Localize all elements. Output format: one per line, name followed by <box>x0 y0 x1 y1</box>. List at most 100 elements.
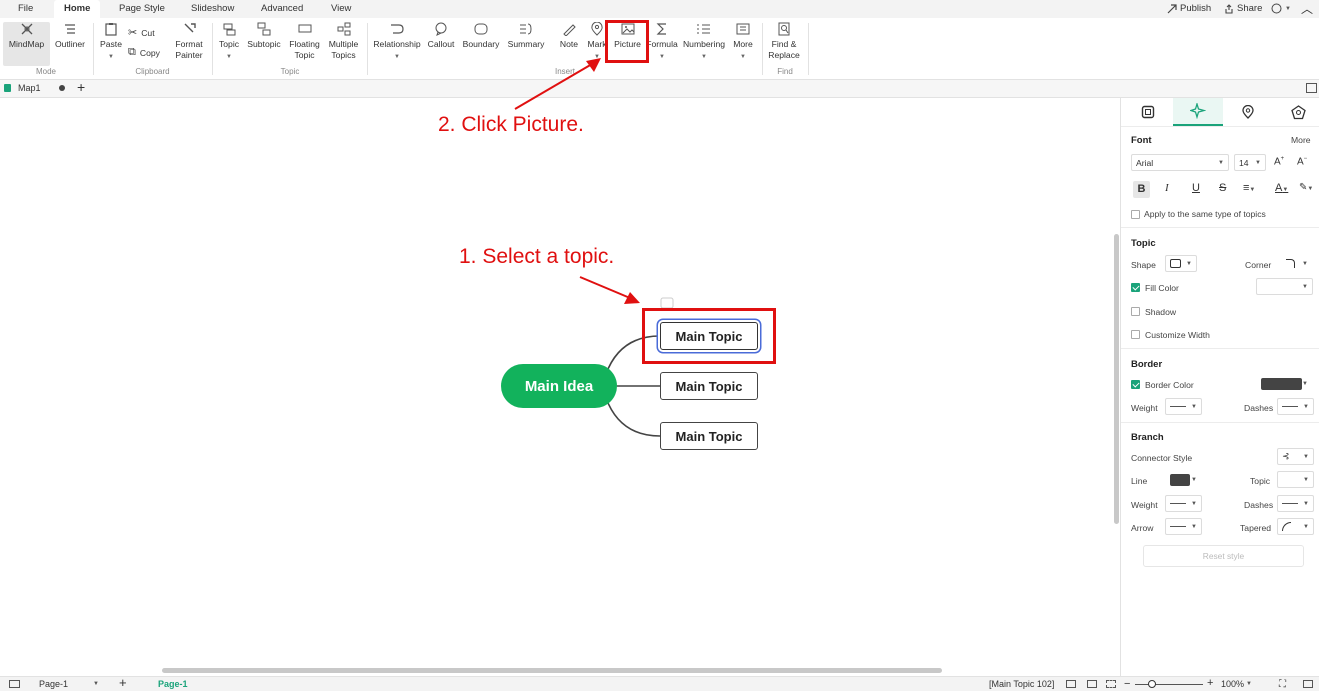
border-dashes-select[interactable]: ▼ <box>1277 398 1314 415</box>
align-icon[interactable]: ≡▼ <box>1243 182 1255 194</box>
shape-select[interactable]: ▼ <box>1165 255 1197 272</box>
help-button[interactable]: ▼ <box>1271 3 1291 14</box>
main-topic-node[interactable]: Main Topic <box>660 372 758 400</box>
page-select[interactable]: Page-1 <box>39 679 68 689</box>
tab-mark[interactable] <box>1223 98 1273 126</box>
border-color-select[interactable]: ▼ <box>1256 375 1313 392</box>
branch-heading: Branch <box>1131 432 1164 443</box>
chevron-down-icon: ▼ <box>1218 159 1224 166</box>
collapse-ribbon-icon[interactable]: ︿ <box>1301 0 1313 17</box>
chevron-down-icon[interactable]: ▼ <box>93 681 99 687</box>
border-weight-select[interactable]: ▼ <box>1165 398 1202 415</box>
branch-dashes-select[interactable]: ▼ <box>1277 495 1314 512</box>
chevron-down-icon: ▼ <box>1303 403 1309 410</box>
zoom-level[interactable]: 100% <box>1221 679 1244 689</box>
underline-icon[interactable]: U <box>1192 182 1200 194</box>
branch-topic-label: Topic <box>1250 476 1271 486</box>
zoom-in-icon[interactable]: + <box>1207 677 1213 689</box>
mind-map-connectors <box>514 58 674 437</box>
chevron-down-icon: ▼ <box>1302 380 1308 387</box>
strikethrough-icon[interactable]: S <box>1219 182 1226 194</box>
annotation-arrow <box>579 276 631 299</box>
fill-color-select[interactable]: ▼ <box>1256 278 1313 295</box>
tapered-select[interactable]: ▼ <box>1277 518 1314 535</box>
tab-page-format[interactable] <box>1123 98 1173 126</box>
apply-same-checkbox[interactable] <box>1131 210 1140 219</box>
font-color-icon[interactable]: A▼ <box>1275 182 1288 194</box>
highlight-pen-icon[interactable]: ✎▼ <box>1299 182 1313 193</box>
arrowhead-icon <box>624 292 640 304</box>
format-panel: Font More Arial ▼ 14 ▼ A+ A− B I U S ≡▼ … <box>1120 98 1319 676</box>
publish-label: Publish <box>1180 3 1212 14</box>
panel-toggle-icon[interactable] <box>1306 83 1317 93</box>
main-idea-node[interactable]: Main Idea <box>501 364 617 408</box>
bold-icon[interactable]: B <box>1133 181 1150 198</box>
chevron-down-icon: ▼ <box>1302 283 1308 290</box>
border-dashes-label: Dashes <box>1244 403 1274 413</box>
fullscreen-icon[interactable]: ⛶ <box>1279 679 1286 690</box>
chevron-down-icon: ▼ <box>1191 476 1197 483</box>
book-view-icon[interactable] <box>1066 680 1076 688</box>
arrow-style-icon <box>1170 526 1186 527</box>
font-more-link[interactable]: More <box>1291 135 1311 145</box>
decrease-font-icon[interactable]: A− <box>1297 156 1307 167</box>
font-family-value: Arial <box>1136 157 1154 168</box>
annotation-click-picture: 2. Click Picture. <box>438 113 584 136</box>
share-button[interactable]: Share <box>1224 3 1262 14</box>
font-size-select[interactable]: 14 ▼ <box>1234 154 1266 171</box>
border-color-label: Border Color <box>1145 380 1194 390</box>
publish-button[interactable]: Publish <box>1167 3 1211 14</box>
chevron-down-icon[interactable]: ▼ <box>1246 681 1252 687</box>
chevron-down-icon: ▼ <box>1303 453 1309 460</box>
line-color-select[interactable]: ▼ <box>1165 471 1202 488</box>
fill-color-checkbox[interactable] <box>1131 283 1140 292</box>
corner-select[interactable]: ▼ <box>1281 255 1313 272</box>
topic-handle-icon[interactable] <box>660 297 674 309</box>
customize-width-checkbox[interactable] <box>1131 330 1140 339</box>
chevron-down-icon: ▼ <box>1303 500 1309 507</box>
chevron-down-icon: ▼ <box>1191 523 1197 530</box>
shadow-checkbox[interactable] <box>1131 307 1140 316</box>
publish-icon <box>1167 3 1177 13</box>
connector-style-select[interactable]: ⊰ ▼ <box>1277 448 1314 465</box>
page-panel-icon[interactable] <box>9 680 20 688</box>
divider <box>1121 422 1319 423</box>
share-label: Share <box>1237 3 1263 14</box>
page-view-icon[interactable] <box>1087 680 1097 688</box>
line-color-swatch <box>1170 473 1190 486</box>
border-color-swatch <box>1261 377 1303 390</box>
selection-info: [Main Topic 102] <box>989 679 1055 689</box>
line-label: Line <box>1131 476 1148 486</box>
branch-topic-select[interactable]: ▼ <box>1277 471 1314 488</box>
chevron-down-icon: ▼ <box>1255 159 1261 166</box>
border-color-checkbox[interactable] <box>1131 380 1140 389</box>
theme-icon <box>1290 104 1306 119</box>
page-tab[interactable]: Page-1 <box>158 679 188 689</box>
dash-style-icon <box>1282 503 1298 504</box>
chevron-down-icon: ▼ <box>1302 260 1308 267</box>
line-weight-icon <box>1170 503 1186 504</box>
zoom-slider[interactable] <box>1135 684 1203 685</box>
chevron-down-icon: ▼ <box>1303 476 1309 483</box>
zoom-out-icon[interactable]: − <box>1124 678 1130 690</box>
apply-same-label: Apply to the same type of topics <box>1144 209 1266 219</box>
add-page-icon[interactable]: + <box>119 675 127 690</box>
topic-heading: Topic <box>1131 238 1156 249</box>
tab-style[interactable] <box>1173 98 1223 126</box>
increase-font-icon[interactable]: A+ <box>1274 156 1284 167</box>
italic-icon[interactable]: I <box>1165 182 1169 194</box>
fit-page-icon[interactable] <box>1106 680 1116 688</box>
arrow-select[interactable]: ▼ <box>1165 518 1202 535</box>
share-icon <box>1225 3 1233 14</box>
tab-theme[interactable] <box>1273 98 1319 126</box>
connector-style-icon: ⊰ <box>1282 451 1290 461</box>
zoom-slider-handle[interactable] <box>1148 680 1156 688</box>
font-family-select[interactable]: Arial ▼ <box>1131 154 1229 171</box>
annotation-select-topic: 1. Select a topic. <box>459 245 615 268</box>
branch-weight-select[interactable]: ▼ <box>1165 495 1202 512</box>
chevron-down-icon: ▼ <box>1303 523 1309 530</box>
chevron-down-icon: ▼ <box>1285 5 1291 12</box>
panel-layout-icon[interactable] <box>1303 680 1313 688</box>
reset-style-button[interactable]: Reset style <box>1143 545 1304 567</box>
main-topic-node[interactable]: Main Topic <box>660 422 758 450</box>
